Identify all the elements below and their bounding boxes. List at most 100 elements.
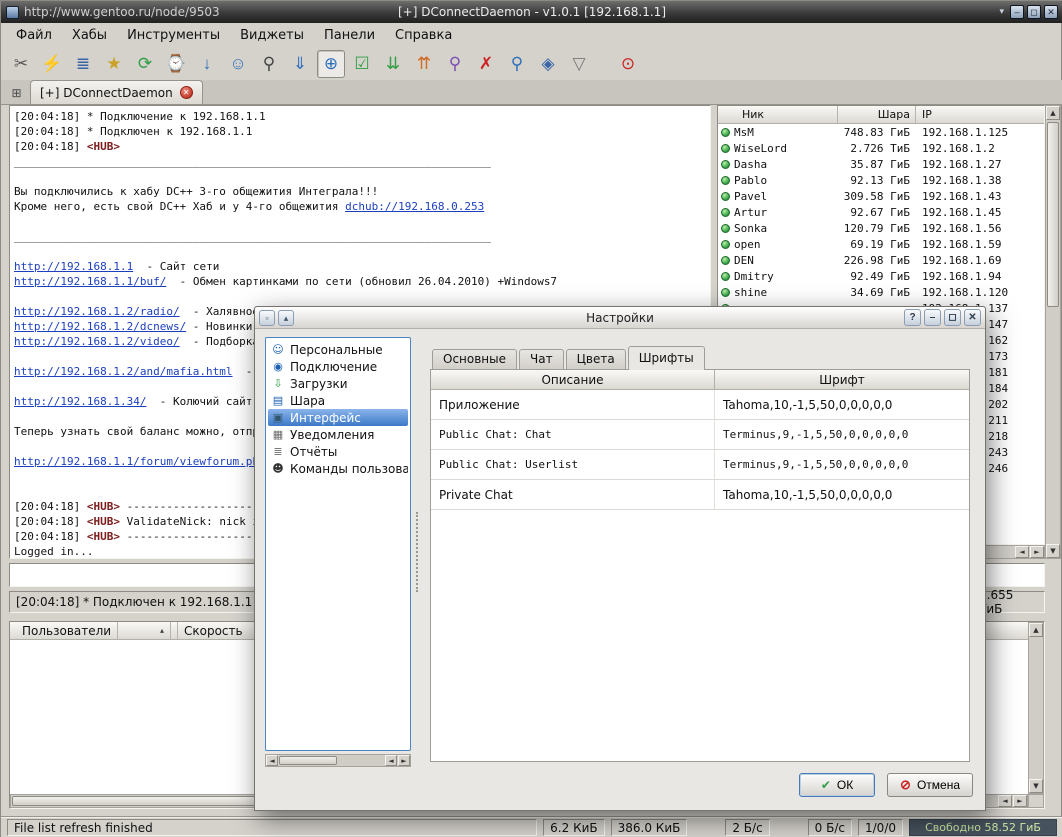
- font-row[interactable]: Public Chat: Chat Terminus,9,-1,5,50,0,0,…: [431, 420, 969, 450]
- titlebar-tab[interactable]: http://www.gentoo.ru/node/9503: [6, 5, 220, 19]
- settings-tab[interactable]: Шрифты: [627, 346, 705, 370]
- settings-section-item[interactable]: ☺ Персональные: [268, 341, 408, 358]
- user-row[interactable]: DEN 226.98 ГиБ 192.168.1.69: [718, 252, 1044, 268]
- close-hub-button[interactable]: ✗: [472, 50, 500, 78]
- filter-button[interactable]: ▽: [565, 50, 593, 78]
- scroll-left-icon[interactable]: ◄: [998, 795, 1012, 807]
- quick-connect-button[interactable]: ⚡: [38, 50, 66, 78]
- maximize-button[interactable]: ◻: [1027, 5, 1041, 19]
- recent-hubs-button[interactable]: ⌚: [162, 50, 190, 78]
- user-row[interactable]: open 69.19 ГиБ 192.168.1.59: [718, 236, 1044, 252]
- close-button[interactable]: ✕: [1044, 5, 1058, 19]
- search-spy-button[interactable]: ⚲: [441, 50, 469, 78]
- chat-link[interactable]: http://192.168.1.2/radio/: [14, 305, 180, 318]
- user-row[interactable]: Dasha 35.87 ГиБ 192.168.1.27: [718, 156, 1044, 172]
- scroll-left-icon[interactable]: ◄: [385, 755, 397, 766]
- menu-item[interactable]: Панели: [315, 25, 384, 46]
- settings-tab[interactable]: Чат: [519, 349, 564, 370]
- scroll-left-icon[interactable]: ◄: [266, 755, 278, 766]
- settings-section-item[interactable]: ▣ Интерфейс: [268, 409, 408, 426]
- scroll-left-icon[interactable]: ◄: [1015, 546, 1029, 558]
- chat-link[interactable]: http://192.168.1.2/and/mafia.html: [14, 365, 233, 378]
- ok-button[interactable]: ✔ ОК: [799, 773, 876, 797]
- user-row[interactable]: Pavel 309.58 ГиБ 192.168.1.43: [718, 188, 1044, 204]
- menu-item[interactable]: Файл: [7, 25, 61, 46]
- chat-link[interactable]: http://192.168.1.2/dcnews/: [14, 320, 186, 333]
- widget-menu-button[interactable]: ⊞: [7, 83, 26, 102]
- scroll-thumb[interactable]: [1047, 122, 1059, 307]
- settings-section-item[interactable]: ▦ Уведомления: [268, 426, 408, 443]
- section-list-hscrollbar[interactable]: ◄ ◄ ►: [265, 754, 411, 767]
- minimize-button[interactable]: –: [1010, 5, 1024, 19]
- scroll-right-icon[interactable]: ►: [1013, 795, 1027, 807]
- font-row[interactable]: Private Chat Tahoma,10,-1,5,50,0,0,0,0,0: [431, 480, 969, 510]
- favorite-hubs-button[interactable]: ≣: [69, 50, 97, 78]
- settings-tab[interactable]: Цвета: [565, 349, 626, 370]
- column-users[interactable]: Пользователи ▴: [10, 622, 178, 639]
- cut-button[interactable]: ✂: [7, 50, 35, 78]
- user-row[interactable]: Sonka 120.79 ГиБ 192.168.1.56: [718, 220, 1044, 236]
- column-font[interactable]: Шрифт: [715, 370, 969, 389]
- chat-link[interactable]: http://192.168.1.2/video/: [14, 335, 180, 348]
- chat-link[interactable]: http://192.168.1.1/forum/viewforum.php: [14, 455, 266, 468]
- settings-section-item[interactable]: ⇩ Загрузки: [268, 375, 408, 392]
- scroll-down-icon[interactable]: ▼: [1046, 544, 1060, 558]
- column-ip[interactable]: IP: [916, 106, 1044, 123]
- dialog-splitter-handle[interactable]: [416, 512, 420, 592]
- scroll-down-icon[interactable]: ▼: [1029, 779, 1043, 793]
- finished-uploads-button[interactable]: ⇈: [410, 50, 438, 78]
- menu-item[interactable]: Инструменты: [118, 25, 229, 46]
- menu-item[interactable]: Виджеты: [231, 25, 313, 46]
- scroll-up-icon[interactable]: ▲: [1029, 623, 1043, 637]
- favorite-user-add-button[interactable]: ☺: [224, 50, 252, 78]
- chat-link[interactable]: http://192.168.1.1/buf/: [14, 275, 166, 288]
- download-arrow-button[interactable]: ⇊: [379, 50, 407, 78]
- hub-tab[interactable]: [+] DConnectDaemon ✕: [30, 80, 203, 104]
- dialog-close-button[interactable]: ✕: [964, 309, 981, 326]
- downloads-button[interactable]: ⇓: [286, 50, 314, 78]
- chat-link[interactable]: http://192.168.1.1: [14, 260, 133, 273]
- transfers-vscrollbar[interactable]: ▲ ▼: [1028, 622, 1044, 794]
- dialog-shade-icon[interactable]: ▴: [278, 309, 294, 326]
- font-row[interactable]: Public Chat: Userlist Terminus,9,-1,5,50,…: [431, 450, 969, 480]
- scroll-right-icon[interactable]: ►: [1030, 546, 1044, 558]
- font-row[interactable]: Приложение Tahoma,10,-1,5,50,0,0,0,0,0: [431, 390, 969, 420]
- dialog-help-button[interactable]: ?: [904, 309, 921, 326]
- user-row[interactable]: WiseLord 2.726 ТиБ 192.168.1.2: [718, 140, 1044, 156]
- search-button[interactable]: ⚲: [255, 50, 283, 78]
- user-row[interactable]: shine 34.69 ГиБ 192.168.1.120: [718, 284, 1044, 300]
- adl-search-button[interactable]: ⚲: [503, 50, 531, 78]
- tab-close-icon[interactable]: ✕: [179, 86, 193, 99]
- favorite-users-button[interactable]: ★: [100, 50, 128, 78]
- chat-link[interactable]: dchub://192.168.0.253: [345, 200, 484, 213]
- public-hubs-button[interactable]: ⊕: [317, 49, 345, 78]
- user-row[interactable]: Dmitry 92.49 ГиБ 192.168.1.94: [718, 268, 1044, 284]
- column-description[interactable]: Описание: [431, 370, 715, 389]
- user-row[interactable]: Pablo 92.13 ГиБ 192.168.1.38: [718, 172, 1044, 188]
- column-nick[interactable]: Ник: [718, 106, 838, 123]
- chat-link[interactable]: http://192.168.1.34/: [14, 395, 146, 408]
- scroll-thumb[interactable]: [279, 756, 337, 765]
- dialog-menu-icon[interactable]: ▫: [259, 309, 275, 326]
- column-share[interactable]: Шара: [838, 106, 916, 123]
- dialog-maximize-button[interactable]: ◻: [944, 309, 961, 326]
- window-menu-icon[interactable]: ▾: [996, 7, 1007, 17]
- menu-item[interactable]: Хабы: [63, 25, 116, 46]
- quit-button[interactable]: ⊙: [614, 50, 642, 78]
- finished-downloads-button[interactable]: ☑: [348, 50, 376, 78]
- scroll-up-icon[interactable]: ▲: [1046, 106, 1060, 120]
- scroll-right-icon[interactable]: ►: [398, 755, 410, 766]
- settings-section-item[interactable]: ≣ Отчёты: [268, 443, 408, 460]
- reload-filelist-button[interactable]: ⟳: [131, 50, 159, 78]
- settings-section-item[interactable]: ☻ Команды пользователя: [268, 460, 408, 477]
- security-button[interactable]: ◈: [534, 50, 562, 78]
- download-queue-button[interactable]: ↓: [193, 50, 221, 78]
- user-row[interactable]: Artur 92.67 ГиБ 192.168.1.45: [718, 204, 1044, 220]
- user-row[interactable]: MsM 748.83 ГиБ 192.168.1.125: [718, 124, 1044, 140]
- cancel-button[interactable]: ⊘ Отмена: [887, 773, 973, 797]
- dialog-minimize-button[interactable]: –: [924, 309, 941, 326]
- menu-item[interactable]: Справка: [386, 25, 461, 46]
- settings-section-item[interactable]: ▤ Шара: [268, 392, 408, 409]
- userlist-vscrollbar[interactable]: ▲ ▼: [1045, 105, 1061, 559]
- settings-tab[interactable]: Основные: [432, 349, 518, 370]
